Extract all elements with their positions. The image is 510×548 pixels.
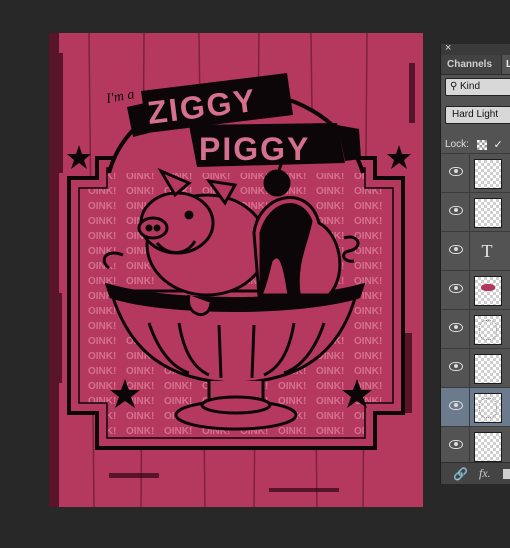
visibility-eye-icon[interactable] bbox=[449, 323, 463, 332]
layers-panel: × Channels La ⚲Kind Hard Light Lock: ✓ T bbox=[440, 44, 510, 484]
tab-layers[interactable]: La bbox=[501, 55, 510, 74]
lock-label: Lock: bbox=[445, 139, 469, 150]
tab-channels[interactable]: Channels bbox=[447, 55, 492, 74]
layer-thumbnail bbox=[474, 198, 502, 228]
layer-row[interactable] bbox=[441, 426, 510, 465]
layer-kind-filter[interactable]: ⚲ Kind bbox=[445, 78, 510, 96]
lock-row: Lock: ✓ bbox=[445, 138, 503, 151]
blend-mode-select[interactable]: Hard Light bbox=[445, 106, 510, 124]
visibility-eye-icon[interactable] bbox=[449, 206, 463, 215]
add-mask-icon[interactable] bbox=[503, 469, 510, 479]
search-icon: ⚲ bbox=[450, 81, 458, 92]
layer-row[interactable] bbox=[441, 153, 510, 192]
canvas-artwork[interactable]: OINK! I'm a ZIGGY PIGGY bbox=[49, 33, 423, 507]
lock-pixels-icon[interactable]: ✓ bbox=[493, 138, 502, 151]
fx-icon[interactable]: fx. bbox=[479, 466, 491, 481]
visibility-eye-icon[interactable] bbox=[449, 167, 463, 176]
panel-tabs: Channels La bbox=[441, 55, 510, 75]
layer-row[interactable] bbox=[441, 309, 510, 348]
visibility-eye-icon[interactable] bbox=[449, 401, 463, 410]
layer-thumbnail bbox=[474, 393, 502, 423]
panel-footer: 🔗 fx. bbox=[441, 462, 510, 484]
blend-mode-label: Hard Light bbox=[452, 109, 499, 120]
visibility-eye-icon[interactable] bbox=[449, 362, 463, 371]
lock-transparency-icon[interactable] bbox=[476, 139, 487, 150]
panel-topbar: × bbox=[441, 44, 510, 55]
layer-row-selected[interactable] bbox=[441, 387, 510, 426]
layer-thumbnail bbox=[474, 276, 502, 306]
text-layer-icon: T bbox=[474, 237, 500, 265]
layer-thumbnail bbox=[474, 432, 502, 462]
close-icon[interactable]: × bbox=[445, 44, 451, 55]
link-layers-icon[interactable]: 🔗 bbox=[453, 467, 468, 481]
layer-thumbnail bbox=[474, 315, 502, 345]
kind-filter-label: Kind bbox=[460, 81, 481, 92]
title-piggy: PIGGY bbox=[199, 131, 310, 167]
layer-thumbnail bbox=[474, 354, 502, 384]
layer-row[interactable] bbox=[441, 270, 510, 309]
layer-list: T bbox=[441, 153, 510, 465]
visibility-eye-icon[interactable] bbox=[449, 245, 463, 254]
visibility-eye-icon[interactable] bbox=[449, 440, 463, 449]
layer-row[interactable] bbox=[441, 348, 510, 387]
layer-row[interactable] bbox=[441, 192, 510, 231]
layer-thumbnail bbox=[474, 159, 502, 189]
layer-row[interactable]: T bbox=[441, 231, 510, 270]
visibility-eye-icon[interactable] bbox=[449, 284, 463, 293]
